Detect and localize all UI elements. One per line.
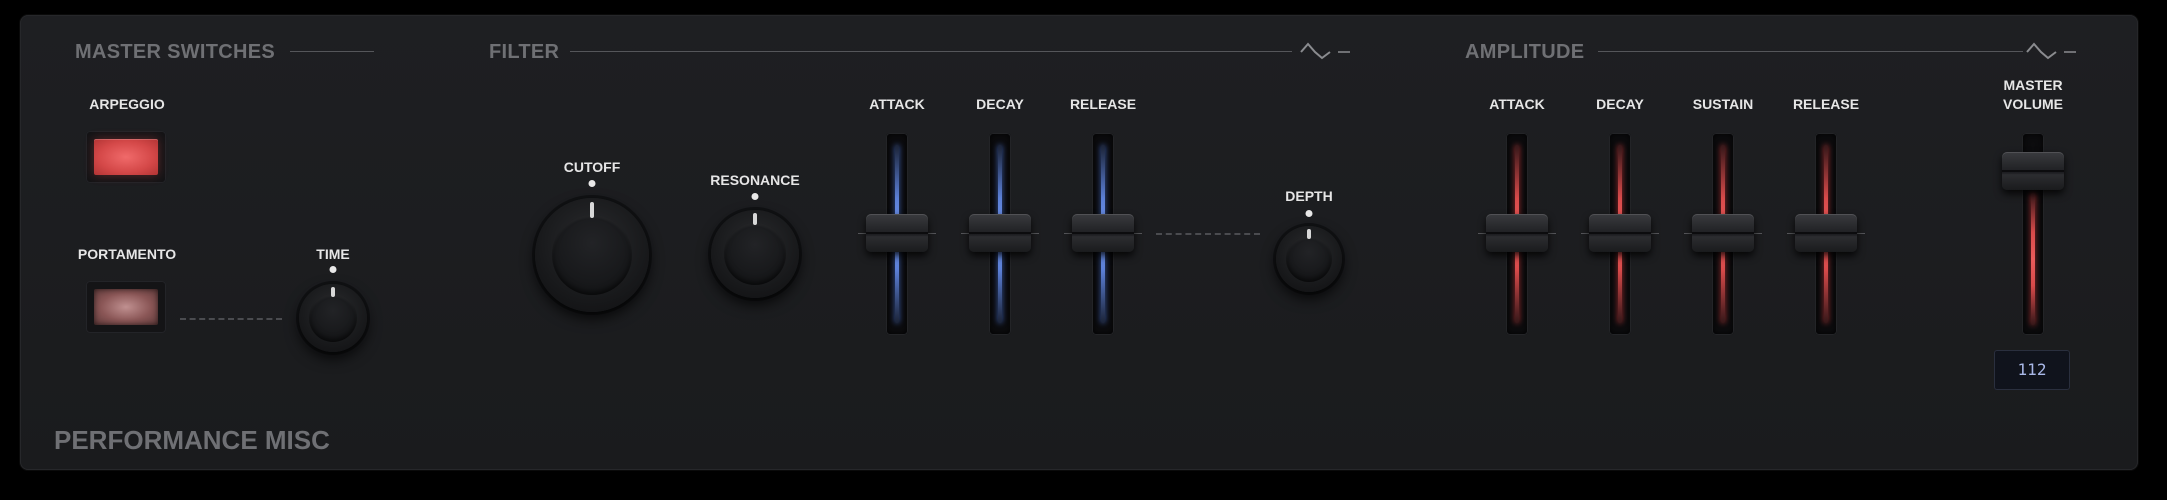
resonance-label: RESONANCE [710, 172, 800, 188]
filter-release-label: RELEASE [1069, 96, 1137, 112]
cutoff-knob[interactable] [535, 198, 649, 312]
tick-mark [1684, 233, 1692, 234]
knob-position-dot [588, 180, 596, 187]
lfo-wave-icon[interactable] [2026, 38, 2060, 62]
section-divider [290, 51, 374, 52]
section-divider [570, 51, 1292, 52]
arpeggio-label: ARPEGGIO [89, 96, 165, 112]
tick-mark [1857, 233, 1865, 234]
amp-release-fader[interactable] [1795, 214, 1857, 252]
lfo-dash [1338, 51, 1350, 53]
amp-release-label: RELEASE [1792, 96, 1860, 112]
filter-decay-label: DECAY [976, 96, 1024, 112]
master-volume-value: 112 [1994, 350, 2070, 390]
filter-release-fader[interactable] [1072, 214, 1134, 252]
section-title-filter: FILTER [489, 41, 560, 63]
tick-mark [1754, 233, 1762, 234]
portamento-switch[interactable] [94, 289, 158, 325]
knob-position-dot [1305, 210, 1313, 217]
tick-mark [858, 233, 866, 234]
amp-attack-label: ATTACK [1489, 96, 1545, 112]
depth-label: DEPTH [1285, 188, 1333, 204]
tick-mark [1478, 233, 1486, 234]
lfo-wave-icon[interactable] [1300, 38, 1334, 62]
section-title-amplitude: AMPLITUDE [1465, 41, 1585, 63]
portamento-label: PORTAMENTO [77, 246, 177, 262]
section-title-master-switches: MASTER SWITCHES [75, 41, 276, 63]
lfo-dash [2064, 51, 2076, 53]
tick-mark [961, 233, 969, 234]
connector-line [1156, 233, 1260, 235]
amp-decay-label: DECAY [1596, 96, 1644, 112]
filter-attack-fader[interactable] [866, 214, 928, 252]
resonance-knob[interactable] [711, 210, 799, 298]
tick-mark [1134, 233, 1142, 234]
tick-mark [1581, 233, 1589, 234]
filter-attack-label: ATTACK [869, 96, 925, 112]
master-volume-label-line1: MASTER [2003, 77, 2063, 93]
arpeggio-switch[interactable] [94, 139, 158, 175]
amp-decay-fader[interactable] [1589, 214, 1651, 252]
tick-mark [1787, 233, 1795, 234]
tick-mark [1651, 233, 1659, 234]
knob-position-dot [329, 266, 337, 273]
knob-position-dot [751, 193, 759, 200]
panel-footer-title: PERFORMANCE MISC [54, 425, 330, 455]
tick-mark [1064, 233, 1072, 234]
tick-mark [1031, 233, 1039, 234]
amp-sustain-label: SUSTAIN [1692, 96, 1754, 112]
depth-knob[interactable] [1276, 226, 1342, 292]
master-volume-fader[interactable] [2002, 152, 2064, 190]
time-label: TIME [316, 246, 350, 262]
time-knob[interactable] [299, 284, 367, 352]
amp-sustain-fader[interactable] [1692, 214, 1754, 252]
tick-mark [1548, 233, 1556, 234]
cutoff-label: CUTOFF [563, 159, 621, 175]
section-divider [1598, 51, 2023, 52]
tick-mark [928, 233, 936, 234]
connector-line [180, 318, 282, 320]
master-volume-label-line2: VOLUME [2003, 96, 2063, 112]
filter-decay-fader[interactable] [969, 214, 1031, 252]
amp-attack-fader[interactable] [1486, 214, 1548, 252]
